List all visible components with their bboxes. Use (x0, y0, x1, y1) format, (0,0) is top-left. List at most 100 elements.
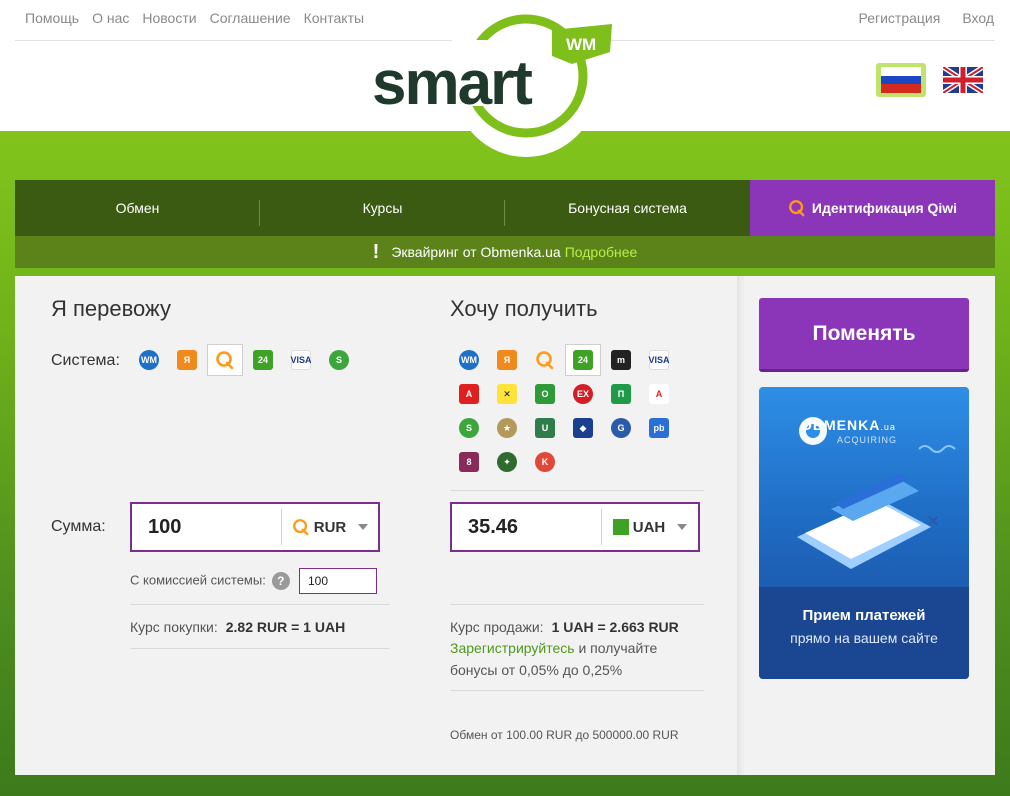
get-monobank[interactable]: m (603, 344, 639, 376)
get-yandex[interactable]: Я (489, 344, 525, 376)
get-gazprombank[interactable]: G (603, 412, 639, 444)
tab-rates[interactable]: Курсы (260, 180, 505, 236)
ukrsib-icon: U (535, 418, 555, 438)
get-qiwi[interactable] (527, 344, 563, 376)
get-bank-purple[interactable]: 8 (451, 446, 487, 478)
language-ru-flag[interactable] (876, 63, 926, 97)
tab-bonus[interactable]: Бонусная система (505, 180, 750, 236)
give-visa-mastercard[interactable]: VISA (283, 344, 319, 376)
get-amount-field[interactable]: 35.46 UAH (450, 502, 700, 552)
get-pumb[interactable]: П (603, 378, 639, 410)
get-ukrsib[interactable]: U (527, 412, 563, 444)
sberbank-icon: S (329, 350, 349, 370)
get-oschadbank[interactable]: O (527, 378, 563, 410)
alfabank-icon: A (459, 384, 479, 404)
swap-button[interactable]: Поменять (759, 298, 969, 372)
get-bank-red[interactable]: K (527, 446, 563, 478)
raiffeisen-icon: ✕ (497, 384, 517, 404)
nav-contacts-link[interactable]: Контакты (304, 10, 364, 26)
get-alfabank-2[interactable]: A (641, 378, 677, 410)
commission-input[interactable]: 100 (299, 568, 377, 594)
privatbank-icon (612, 519, 629, 535)
privatbank-icon: 24 (573, 350, 593, 370)
alfa-letter-icon: A (649, 384, 669, 404)
register-link[interactable]: Регистрация (858, 10, 940, 26)
give-currency-select[interactable]: RUR (282, 518, 378, 536)
get-divider-1 (450, 604, 704, 605)
nav-agreement-link[interactable]: Соглашение (210, 10, 291, 26)
get-privatbank[interactable]: 24 (565, 344, 601, 376)
vtb-icon: ◆ (573, 418, 593, 438)
register-bonus-link[interactable]: Зарегистрируйтесь (450, 640, 575, 656)
get-crest-bank[interactable]: ★ (489, 412, 525, 444)
get-currency-select[interactable]: UAH (602, 519, 698, 536)
notice-more-link[interactable]: Подробнее (565, 244, 638, 260)
give-privatbank[interactable]: 24 (245, 344, 281, 376)
amount-label: Сумма: (51, 518, 106, 535)
get-promsvyazbank[interactable]: pb (641, 412, 677, 444)
language-en-flag[interactable] (938, 63, 988, 97)
get-vtb[interactable]: ◆ (565, 412, 601, 444)
get-amount-input[interactable]: 35.46 (452, 509, 602, 545)
get-visa-mastercard[interactable]: VISA (641, 344, 677, 376)
get-sberbank[interactable]: S (451, 412, 487, 444)
qiwi-icon (216, 351, 234, 370)
sell-rate: Курс продажи: 1 UAH = 2.663 RUR (450, 619, 679, 635)
banner-brand: OBMENKA.ua (801, 417, 896, 433)
tab-exchange[interactable]: Обмен (15, 180, 260, 236)
help-icon[interactable]: ? (271, 572, 290, 590)
banner-brand-text: OBMENKA (801, 417, 881, 433)
exmo-icon: EX (573, 384, 593, 404)
header-divider (15, 40, 995, 41)
get-webmoney[interactable]: WM (451, 344, 487, 376)
notice-text: Эквайринг от Obmenka.ua (391, 244, 561, 260)
sell-rate-value: 1 UAH = 2.663 RUR (551, 619, 679, 635)
give-amount-field[interactable]: 100 RUR (130, 502, 380, 552)
get-raiffeisen[interactable]: ✕ (489, 378, 525, 410)
banner-brand-suffix: .ua (880, 422, 896, 432)
banner-footer: Прием платежей прямо на вашем сайте (759, 587, 969, 679)
commission-label: С комиссией системы:? (130, 572, 290, 590)
give-amount-input[interactable]: 100 (132, 509, 282, 545)
give-sberbank[interactable]: S (321, 344, 357, 376)
yandex-money-icon: Я (497, 350, 517, 370)
red-bank-icon: K (535, 452, 555, 472)
language-switcher (876, 63, 988, 97)
give-qiwi[interactable] (207, 344, 243, 376)
exchange-limits: Обмен от 100.00 RUR до 500000.00 RUR (450, 728, 679, 742)
banner-subtitle: ACQUIRING (837, 435, 898, 445)
qiwi-icon (789, 200, 805, 217)
give-title: Я перевожу (51, 296, 172, 321)
webmoney-icon: WM (139, 350, 159, 370)
tab-qiwi-identification[interactable]: Идентификация Qiwi (750, 180, 995, 236)
visa-mastercard-icon: VISA (291, 350, 312, 370)
get-bank-star[interactable]: ✦ (489, 446, 525, 478)
get-alfabank[interactable]: A (451, 378, 487, 410)
give-currency-code: RUR (313, 518, 347, 536)
nav-about-link[interactable]: О нас (92, 10, 129, 26)
tab-qiwi-label: Идентификация Qiwi (811, 200, 958, 216)
bonus-text-1: и получайте (578, 640, 658, 656)
auth-navigation: Регистрация Вход (858, 10, 994, 26)
buy-rate: Курс покупки: 2.82 RUR = 1 UAH (130, 619, 345, 635)
star-bank-icon: ✦ (497, 452, 517, 472)
acquiring-banner[interactable]: OBMENKA.ua ACQUIRING Прием платежей прям… (759, 387, 969, 679)
login-link[interactable]: Вход (962, 10, 994, 26)
rosbank-icon: 8 (459, 452, 479, 472)
nav-help-link[interactable]: Помощь (25, 10, 79, 26)
banner-line-2: прямо на вашем сайте (790, 630, 938, 646)
system-label: Система: (51, 352, 120, 369)
nav-news-link[interactable]: Новости (142, 10, 196, 26)
uk-flag-icon (943, 67, 983, 93)
top-navigation: Помощь О нас Новости Соглашение Контакты (25, 10, 364, 26)
give-webmoney[interactable]: WM (131, 344, 167, 376)
get-divider-2 (450, 690, 704, 691)
give-yandex[interactable]: Я (169, 344, 205, 376)
panel-separator (737, 276, 745, 775)
chevron-down-icon (677, 524, 688, 530)
get-currency-code: UAH (632, 518, 666, 536)
get-exmo[interactable]: EX (565, 378, 601, 410)
promsvyazbank-icon: pb (649, 418, 669, 438)
sberbank-icon: S (459, 418, 479, 438)
commission-label-text: С комиссией системы: (130, 572, 266, 588)
